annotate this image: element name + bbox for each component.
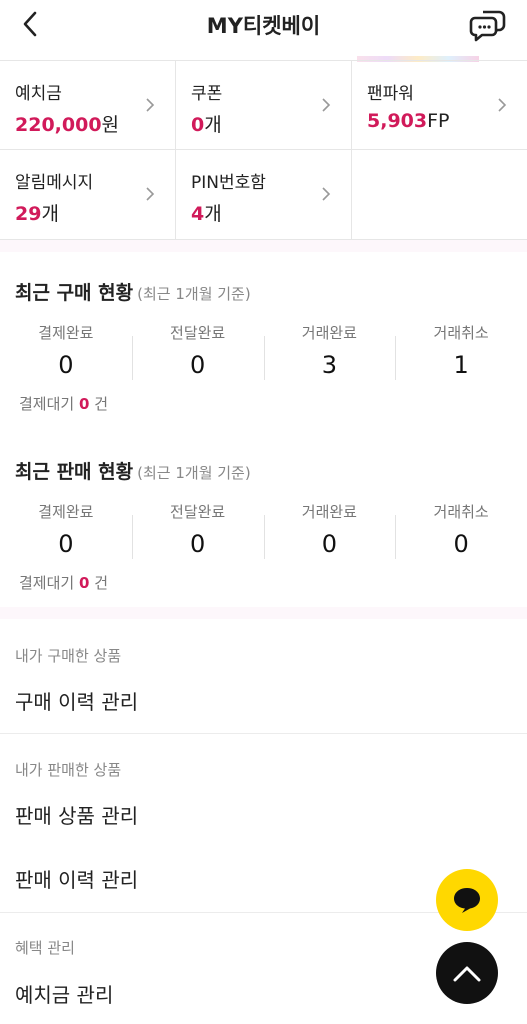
header: MY티켓베이 bbox=[0, 0, 527, 62]
pending-count: 0 bbox=[78, 574, 90, 592]
purchase-status-title: 최근 구매 현황 (최근 1개월 기준) bbox=[15, 278, 251, 305]
summary-unit: FP bbox=[427, 110, 450, 132]
stat-label: 거래취소 bbox=[433, 503, 489, 521]
stat-item[interactable]: 거래완료 0 bbox=[263, 501, 396, 563]
summary-number: 29 bbox=[15, 203, 42, 225]
summary-fanpower[interactable]: 팬파워 5,903FP bbox=[352, 61, 527, 150]
stat-value: 0 bbox=[189, 351, 206, 379]
pending-unit: 건 bbox=[94, 574, 109, 592]
bought-caption: 내가 구매한 상품 bbox=[15, 647, 122, 665]
scroll-top-button[interactable] bbox=[436, 942, 498, 1004]
stat-label: 거래완료 bbox=[301, 503, 357, 521]
section-divider bbox=[0, 607, 527, 619]
stat-value: 0 bbox=[58, 351, 74, 379]
stat-value: 0 bbox=[453, 530, 469, 558]
chevron-right-icon bbox=[322, 98, 331, 112]
summary-number: 5,903 bbox=[367, 110, 428, 132]
stat-label: 거래취소 bbox=[433, 324, 489, 342]
chat-bubbles-icon bbox=[469, 10, 506, 42]
summary-value: 220,000원 bbox=[15, 110, 175, 137]
divider-line bbox=[0, 733, 527, 734]
summary-number: 220,000 bbox=[15, 114, 102, 136]
stat-value: 0 bbox=[58, 530, 74, 558]
stat-item[interactable]: 전달완료 0 bbox=[131, 501, 264, 563]
summary-unit: 개 bbox=[204, 203, 222, 225]
chevron-right-icon bbox=[322, 187, 331, 201]
purchase-pending[interactable]: 결제대기 0 건 bbox=[19, 393, 108, 414]
summary-unit: 개 bbox=[204, 114, 222, 136]
stat-label: 결제완료 bbox=[38, 324, 94, 342]
section-title-text: 최근 구매 현황 bbox=[15, 282, 134, 304]
sale-history-link[interactable]: 판매 이력 관리 bbox=[15, 864, 138, 893]
summary-value: 0개 bbox=[191, 110, 351, 137]
chevron-right-icon bbox=[146, 98, 155, 112]
stat-value: 3 bbox=[321, 351, 338, 379]
sales-stats: 결제완료 0 전달완료 0 거래완료 0 거래취소 0 bbox=[0, 501, 527, 563]
chat-button[interactable] bbox=[469, 6, 507, 44]
summary-messages[interactable]: 알림메시지 29개 bbox=[0, 150, 176, 239]
summary-value: 29개 bbox=[15, 199, 175, 226]
summary-row: 알림메시지 29개 PIN번호함 4개 bbox=[0, 150, 527, 240]
pending-label: 결제대기 bbox=[19, 574, 75, 592]
section-subtitle: (최근 1개월 기준) bbox=[137, 464, 251, 482]
stat-item[interactable]: 전달완료 0 bbox=[131, 322, 264, 384]
page-title: MY티켓베이 bbox=[206, 14, 321, 38]
stat-label: 결제완료 bbox=[38, 503, 94, 521]
pending-unit: 건 bbox=[94, 395, 109, 413]
stat-label: 전달완료 bbox=[170, 503, 226, 521]
stat-label: 거래완료 bbox=[301, 324, 357, 342]
purchase-history-link[interactable]: 구매 이력 관리 bbox=[15, 686, 138, 715]
chat-bubble-icon bbox=[454, 888, 480, 913]
summary-row: 예치금 220,000원 쿠폰 0개 팬파워 5,903FP bbox=[0, 60, 527, 150]
summary-grid: 예치금 220,000원 쿠폰 0개 팬파워 5,903FP 알림메시지 29개… bbox=[0, 60, 527, 240]
summary-value: 5,903FP bbox=[367, 110, 527, 132]
purchase-stats: 결제완료 0 전달완료 0 거래완료 3 거래취소 1 bbox=[0, 322, 527, 384]
sales-pending[interactable]: 결제대기 0 건 bbox=[19, 572, 108, 593]
summary-deposit[interactable]: 예치금 220,000원 bbox=[0, 61, 176, 150]
benefit-caption: 혜택 관리 bbox=[15, 939, 75, 957]
summary-coupon[interactable]: 쿠폰 0개 bbox=[176, 61, 352, 150]
stat-item[interactable]: 거래취소 0 bbox=[395, 501, 527, 563]
summary-value: 4개 bbox=[191, 199, 351, 226]
pending-count: 0 bbox=[78, 395, 90, 413]
stat-value: 1 bbox=[453, 351, 469, 379]
summary-pin-box[interactable]: PIN번호함 4개 bbox=[176, 150, 352, 239]
section-title-text: 최근 판매 현황 bbox=[15, 461, 134, 483]
arrow-up-icon bbox=[453, 966, 481, 982]
summary-number: 4 bbox=[191, 203, 205, 225]
stat-value: 0 bbox=[321, 530, 338, 558]
sales-status-title: 최근 판매 현황 (최근 1개월 기준) bbox=[15, 457, 251, 484]
stat-value: 0 bbox=[189, 530, 206, 558]
section-subtitle: (최근 1개월 기준) bbox=[137, 285, 251, 303]
summary-unit: 원 bbox=[101, 114, 120, 136]
stat-item[interactable]: 결제완료 0 bbox=[0, 322, 132, 384]
stat-item[interactable]: 거래완료 3 bbox=[263, 322, 396, 384]
sale-items-link[interactable]: 판매 상품 관리 bbox=[15, 800, 138, 829]
stat-item[interactable]: 거래취소 1 bbox=[395, 322, 527, 384]
stat-item[interactable]: 결제완료 0 bbox=[0, 501, 132, 563]
chevron-right-icon bbox=[146, 187, 155, 201]
summary-empty-cell bbox=[352, 150, 527, 239]
deposit-link[interactable]: 예치금 관리 bbox=[15, 979, 113, 1008]
sold-caption: 내가 판매한 상품 bbox=[15, 761, 122, 779]
pending-label: 결제대기 bbox=[19, 395, 75, 413]
summary-number: 0 bbox=[191, 114, 205, 136]
chevron-right-icon bbox=[498, 98, 507, 112]
stat-label: 전달완료 bbox=[170, 324, 226, 342]
summary-unit: 개 bbox=[41, 203, 59, 225]
chat-fab-button[interactable] bbox=[436, 869, 498, 931]
section-divider bbox=[0, 240, 527, 252]
